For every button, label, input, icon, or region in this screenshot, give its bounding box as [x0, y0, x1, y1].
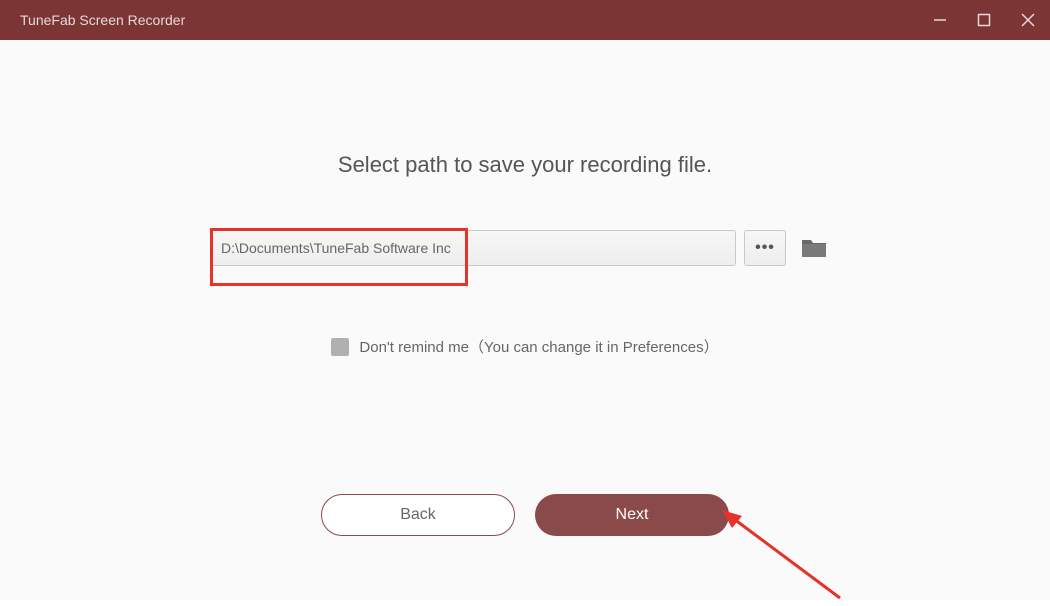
maximize-icon	[977, 13, 991, 27]
window-title: TuneFab Screen Recorder	[20, 12, 918, 28]
title-bar: TuneFab Screen Recorder	[0, 0, 1050, 40]
page-heading: Select path to save your recording file.	[0, 40, 1050, 178]
browse-folder-button[interactable]	[798, 235, 830, 261]
dont-remind-label: Don't remind me（You can change it in Pre…	[359, 336, 718, 357]
window-controls	[918, 0, 1050, 40]
back-button[interactable]: Back	[321, 494, 515, 536]
path-row: •••	[210, 230, 830, 266]
close-button[interactable]	[1006, 0, 1050, 40]
more-options-button[interactable]: •••	[744, 230, 786, 266]
save-path-input[interactable]	[210, 230, 736, 266]
next-button[interactable]: Next	[535, 494, 729, 536]
maximize-button[interactable]	[962, 0, 1006, 40]
minimize-icon	[933, 13, 947, 27]
minimize-button[interactable]	[918, 0, 962, 40]
dont-remind-checkbox[interactable]	[331, 338, 349, 356]
button-row: Back Next	[0, 494, 1050, 536]
close-icon	[1020, 12, 1036, 28]
content-area: Select path to save your recording file.…	[0, 40, 1050, 600]
remind-row: Don't remind me（You can change it in Pre…	[0, 336, 1050, 357]
folder-icon	[801, 237, 827, 259]
